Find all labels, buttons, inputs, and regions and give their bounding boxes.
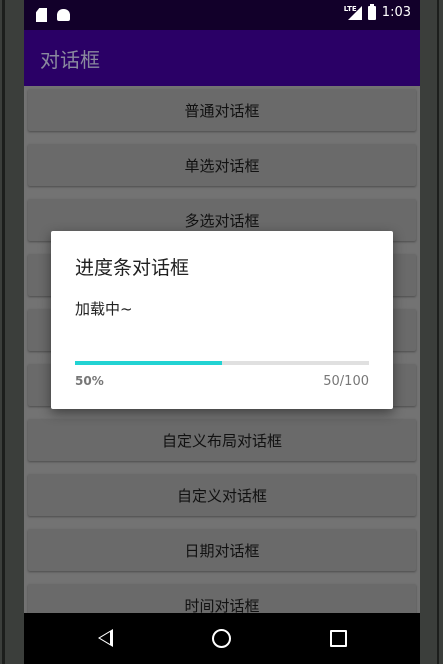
dialog-message: 加载中~: [75, 300, 133, 318]
progress-bar-fill: [75, 361, 222, 365]
lte-signal-icon: LTE: [344, 5, 362, 20]
progress-dialog: 进度条对话框 加载中~ 50% 50/100: [51, 231, 393, 409]
single-choice-dialog-button[interactable]: 单选对话框: [28, 144, 416, 186]
battery-icon: [367, 3, 376, 20]
device-frame-left: [0, 0, 24, 664]
custom-dialog-button[interactable]: 自定义对话框: [28, 474, 416, 516]
app-bar: 对话框: [24, 30, 420, 86]
normal-dialog-button[interactable]: 普通对话框: [28, 89, 416, 131]
device-frame-right: [420, 0, 443, 664]
android-icon: [57, 9, 70, 21]
status-time: 1:03: [381, 5, 411, 20]
recents-icon[interactable]: [330, 630, 347, 647]
date-dialog-button[interactable]: 日期对话框: [28, 529, 416, 571]
status-bar: LTE 1:03: [24, 0, 420, 30]
app-title: 对话框: [40, 48, 100, 72]
sd-card-icon: [36, 8, 47, 22]
navigation-bar: [24, 613, 420, 664]
progress-percent: 50%: [75, 374, 104, 388]
back-icon[interactable]: [98, 629, 113, 647]
home-icon[interactable]: [212, 629, 231, 648]
progress-number: 50/100: [323, 374, 369, 389]
progress-bar: [75, 361, 369, 365]
dialog-title: 进度条对话框: [75, 257, 190, 279]
custom-layout-dialog-button[interactable]: 自定义布局对话框: [28, 419, 416, 461]
